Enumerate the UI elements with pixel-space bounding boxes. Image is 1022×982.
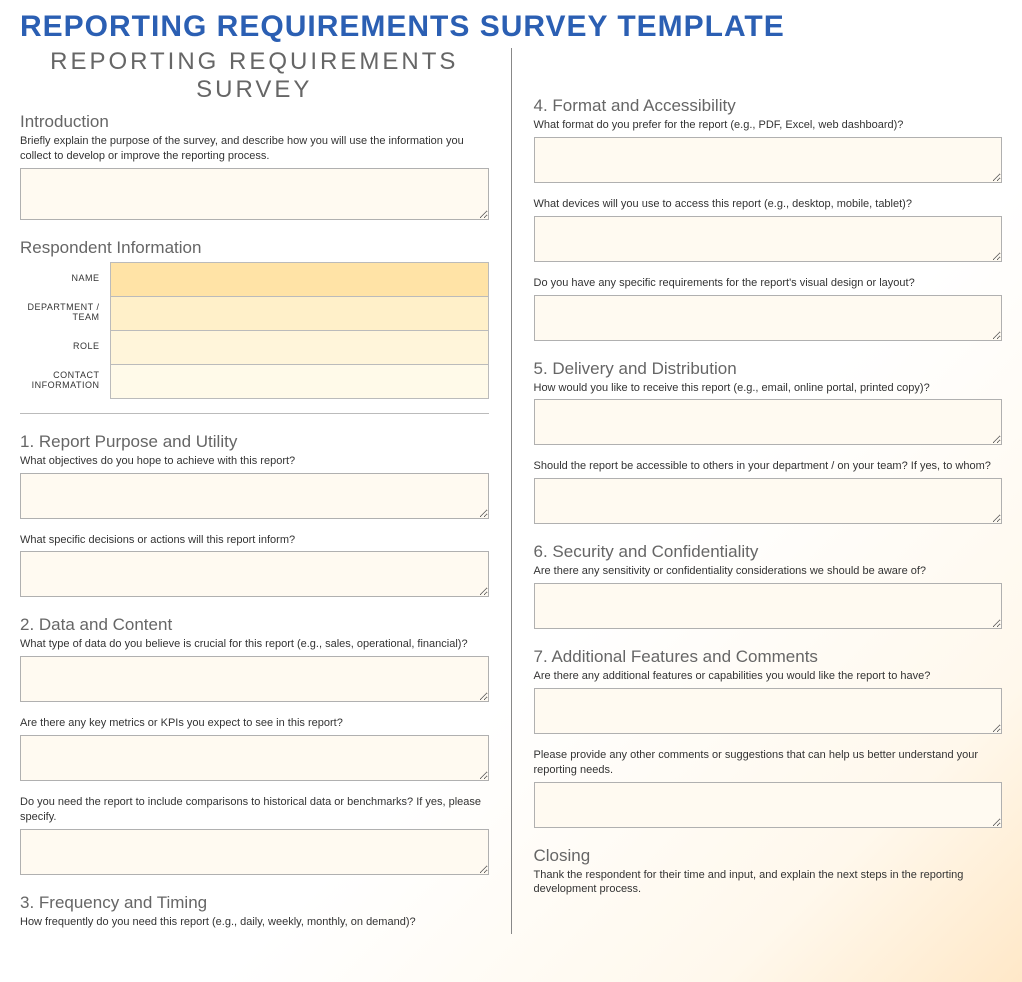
s5-q2-textarea[interactable] bbox=[534, 478, 1003, 524]
intro-heading: Introduction bbox=[20, 112, 489, 132]
s5-q1-textarea[interactable] bbox=[534, 399, 1003, 445]
s1-heading: 1. Report Purpose and Utility bbox=[20, 432, 489, 452]
s4-q2-label: What devices will you use to access this… bbox=[534, 197, 1003, 212]
intro-description: Briefly explain the purpose of the surve… bbox=[20, 134, 489, 164]
survey-title: REPORTING REQUIREMENTS SURVEY bbox=[20, 48, 489, 104]
s6-heading: 6. Security and Confidentiality bbox=[534, 542, 1003, 562]
s2-q1-label: What type of data do you believe is cruc… bbox=[20, 637, 489, 652]
closing-description: Thank the respondent for their time and … bbox=[534, 868, 1003, 898]
respondent-row-contact: CONTACT INFORMATION bbox=[20, 364, 488, 398]
respondent-row-dept: DEPARTMENT / TEAM bbox=[20, 296, 488, 330]
respondent-row-name: NAME bbox=[20, 262, 488, 296]
respondent-role-input[interactable] bbox=[111, 331, 488, 364]
s4-q3-textarea[interactable] bbox=[534, 295, 1003, 341]
respondent-label: ROLE bbox=[20, 330, 110, 364]
respondent-contact-input[interactable] bbox=[111, 365, 488, 398]
respondent-label: DEPARTMENT / TEAM bbox=[20, 296, 110, 330]
respondent-dept-input[interactable] bbox=[111, 297, 488, 330]
survey-template-page: REPORTING REQUIREMENTS SURVEY TEMPLATE R… bbox=[0, 0, 1022, 982]
s7-q2-label: Please provide any other comments or sug… bbox=[534, 748, 1003, 778]
s2-q3-textarea[interactable] bbox=[20, 829, 489, 875]
s4-q3-label: Do you have any specific requirements fo… bbox=[534, 276, 1003, 291]
closing-heading: Closing bbox=[534, 846, 1003, 866]
s7-heading: 7. Additional Features and Comments bbox=[534, 647, 1003, 667]
s6-q1-label: Are there any sensitivity or confidentia… bbox=[534, 564, 1003, 579]
s7-q1-textarea[interactable] bbox=[534, 688, 1003, 734]
s2-q2-textarea[interactable] bbox=[20, 735, 489, 781]
s4-q1-label: What format do you prefer for the report… bbox=[534, 118, 1003, 133]
s1-q2-textarea[interactable] bbox=[20, 551, 489, 597]
s4-heading: 4. Format and Accessibility bbox=[534, 96, 1003, 116]
respondent-name-input[interactable] bbox=[111, 263, 488, 296]
s3-q1-label: How frequently do you need this report (… bbox=[20, 915, 489, 930]
s2-q3-label: Do you need the report to include compar… bbox=[20, 795, 489, 825]
left-column: REPORTING REQUIREMENTS SURVEY Introducti… bbox=[20, 48, 512, 934]
s5-heading: 5. Delivery and Distribution bbox=[534, 359, 1003, 379]
s4-q2-textarea[interactable] bbox=[534, 216, 1003, 262]
s7-q1-label: Are there any additional features or cap… bbox=[534, 669, 1003, 684]
s3-heading: 3. Frequency and Timing bbox=[20, 893, 489, 913]
main-title: REPORTING REQUIREMENTS SURVEY TEMPLATE bbox=[20, 10, 1002, 44]
respondent-heading: Respondent Information bbox=[20, 238, 489, 258]
s2-q2-label: Are there any key metrics or KPIs you ex… bbox=[20, 716, 489, 731]
s5-q2-label: Should the report be accessible to other… bbox=[534, 459, 1003, 474]
divider bbox=[20, 413, 489, 414]
two-column-layout: REPORTING REQUIREMENTS SURVEY Introducti… bbox=[20, 48, 1002, 934]
s1-q1-label: What objectives do you hope to achieve w… bbox=[20, 454, 489, 469]
s2-q1-textarea[interactable] bbox=[20, 656, 489, 702]
s6-q1-textarea[interactable] bbox=[534, 583, 1003, 629]
respondent-table: NAME DEPARTMENT / TEAM ROLE CONTACT INFO… bbox=[20, 262, 489, 399]
s7-q2-textarea[interactable] bbox=[534, 782, 1003, 828]
s1-q1-textarea[interactable] bbox=[20, 473, 489, 519]
intro-textarea[interactable] bbox=[20, 168, 489, 220]
s5-q1-label: How would you like to receive this repor… bbox=[534, 381, 1003, 396]
respondent-label: CONTACT INFORMATION bbox=[20, 364, 110, 398]
right-column: 4. Format and Accessibility What format … bbox=[512, 48, 1003, 934]
s1-q2-label: What specific decisions or actions will … bbox=[20, 533, 489, 548]
respondent-label: NAME bbox=[20, 262, 110, 296]
s4-q1-textarea[interactable] bbox=[534, 137, 1003, 183]
respondent-row-role: ROLE bbox=[20, 330, 488, 364]
s2-heading: 2. Data and Content bbox=[20, 615, 489, 635]
